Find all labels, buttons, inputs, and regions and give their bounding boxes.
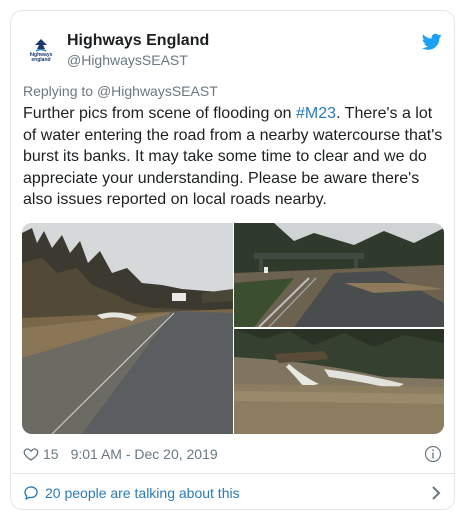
avatar-logo-text: highways england [29, 52, 53, 63]
reply-prefix: Replying to [23, 83, 97, 99]
reply-mention-link[interactable]: @HighwaysSEAST [97, 83, 218, 99]
media-grid [22, 223, 444, 434]
avatar[interactable]: highways england [23, 33, 59, 69]
heart-icon[interactable] [23, 446, 39, 462]
speech-bubble-icon [24, 486, 38, 500]
tweet-meta: 15 9:01 AM - Dec 20, 2019 [23, 443, 442, 465]
info-icon[interactable] [424, 445, 442, 463]
reply-context: Replying to @HighwaysSEAST [23, 83, 218, 99]
tweet-text-start: Further pics from scene of flooding on [23, 105, 297, 122]
twitter-bird-icon[interactable] [422, 33, 442, 51]
tweet-card: highways england Highways England @Highw… [10, 10, 455, 510]
talking-about-label[interactable]: 20 people are talking about this [45, 485, 240, 501]
author-display-name[interactable]: Highways England [67, 31, 209, 51]
flooded-road-photo[interactable] [22, 223, 233, 434]
tweet-timestamp[interactable]: 9:01 AM - Dec 20, 2019 [71, 446, 218, 462]
talking-about-link[interactable]: 20 people are talking about this [23, 481, 442, 505]
burst-watercourse-photo[interactable] [234, 329, 444, 434]
chevron-right-icon[interactable] [430, 486, 442, 500]
like-count[interactable]: 15 [43, 446, 59, 462]
highways-logo-icon [35, 39, 47, 52]
author-block[interactable]: Highways England @HighwaysSEAST [67, 31, 209, 69]
tweet-text: Further pics from scene of flooding on #… [23, 103, 443, 211]
footer-divider [11, 473, 454, 474]
flooded-motorway-bridge-photo[interactable] [234, 223, 444, 327]
hashtag-link[interactable]: #M23 [296, 105, 336, 122]
author-handle[interactable]: @HighwaysSEAST [67, 51, 209, 69]
